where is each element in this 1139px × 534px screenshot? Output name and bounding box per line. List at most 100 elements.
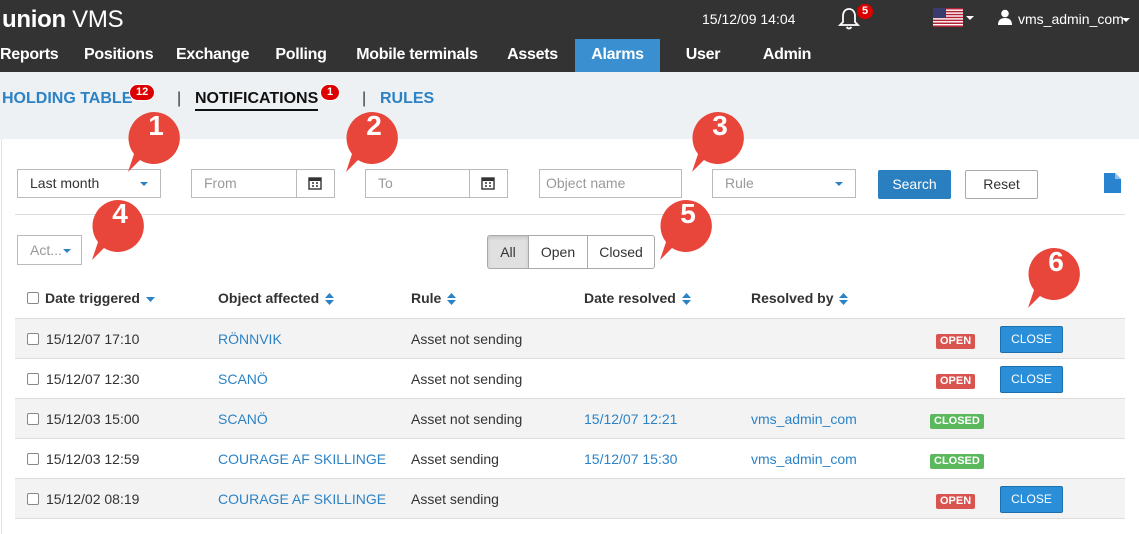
language-caret-icon[interactable] bbox=[966, 16, 974, 20]
object-name-placeholder: Object name bbox=[546, 175, 626, 191]
tab-holding-table[interactable]: HOLDING TABLE bbox=[2, 90, 132, 108]
calendar-button[interactable] bbox=[469, 170, 507, 197]
select-all-checkbox[interactable] bbox=[27, 292, 39, 304]
nav-reports[interactable]: Reports bbox=[0, 39, 59, 72]
status-badge: CLOSED bbox=[930, 414, 984, 429]
from-date-input[interactable]: From bbox=[191, 169, 335, 198]
callout-number: 3 bbox=[712, 110, 728, 141]
to-date-placeholder: To bbox=[378, 175, 393, 191]
object-link[interactable]: COURAGE AF SKILLINGE bbox=[218, 451, 386, 467]
col-date-resolved[interactable]: Date resolved bbox=[584, 290, 691, 306]
nav-assets[interactable]: Assets bbox=[507, 39, 558, 72]
filter-open-button[interactable]: Open bbox=[528, 235, 588, 269]
date-resolved-link[interactable]: 15/12/07 15:30 bbox=[584, 451, 677, 467]
app-logo: union VMS bbox=[2, 6, 124, 33]
chevron-down-icon bbox=[140, 182, 148, 186]
nav-user[interactable]: User bbox=[684, 39, 722, 72]
col-rule[interactable]: Rule bbox=[411, 290, 457, 306]
date-triggered-cell: 15/12/07 17:10 bbox=[46, 331, 140, 347]
search-button[interactable]: Search bbox=[878, 170, 951, 199]
row-checkbox[interactable] bbox=[27, 373, 39, 385]
date-triggered-cell: 15/12/03 12:59 bbox=[46, 451, 140, 467]
notification-count-badge: 5 bbox=[857, 4, 874, 19]
object-link[interactable]: SCANÖ bbox=[218, 411, 268, 427]
date-triggered-cell: 15/12/03 15:00 bbox=[46, 411, 140, 427]
row-checkbox[interactable] bbox=[27, 413, 39, 425]
callout-number: 2 bbox=[366, 110, 382, 141]
nav-positions[interactable]: Positions bbox=[84, 39, 154, 72]
rule-cell: Asset sending bbox=[411, 451, 499, 467]
nav-exchange[interactable]: Exchange bbox=[176, 39, 249, 72]
date-resolved-link[interactable]: 15/12/07 12:21 bbox=[584, 411, 677, 427]
tab-rules[interactable]: RULES bbox=[380, 90, 434, 108]
status-badge: OPEN bbox=[936, 374, 976, 389]
sort-icon bbox=[447, 293, 457, 306]
object-link[interactable]: SCANÖ bbox=[218, 371, 268, 387]
calendar-icon bbox=[481, 177, 495, 190]
main-nav: Reports Positions Exchange Polling Mobil… bbox=[0, 39, 1139, 72]
rule-cell: Asset not sending bbox=[411, 371, 523, 387]
object-link[interactable]: COURAGE AF SKILLINGE bbox=[218, 491, 386, 507]
close-alarm-button[interactable]: CLOSE bbox=[1000, 486, 1063, 513]
status-badge: OPEN bbox=[936, 494, 976, 509]
status-badge: CLOSED bbox=[930, 454, 984, 469]
rule-select-placeholder: Rule bbox=[725, 175, 754, 191]
nav-polling[interactable]: Polling bbox=[275, 39, 327, 72]
filter-all-button[interactable]: All bbox=[487, 235, 529, 269]
table-bottom-border bbox=[15, 518, 1125, 519]
resolved-by-link[interactable]: vms_admin_com bbox=[751, 451, 857, 467]
row-checkbox[interactable] bbox=[27, 493, 39, 505]
chevron-down-icon bbox=[63, 249, 71, 253]
tab-notifications[interactable]: NOTIFICATIONS bbox=[195, 90, 319, 111]
sort-desc-icon bbox=[145, 297, 155, 303]
user-caret-icon[interactable] bbox=[1122, 18, 1130, 22]
nav-mobile-terminals[interactable]: Mobile terminals bbox=[356, 39, 478, 72]
date-triggered-cell: 15/12/07 12:30 bbox=[46, 371, 140, 387]
user-name[interactable]: vms_admin_com bbox=[1018, 11, 1124, 27]
actions-dropdown[interactable]: Act... bbox=[17, 235, 82, 265]
row-checkbox[interactable] bbox=[27, 333, 39, 345]
top-bar: union VMS 15/12/09 14:04 5 vms_admin_com bbox=[0, 0, 1139, 39]
sort-icon bbox=[325, 293, 335, 306]
us-flag-icon[interactable] bbox=[933, 8, 963, 27]
tab-separator: | bbox=[362, 90, 367, 107]
col-object-affected[interactable]: Object affected bbox=[218, 290, 335, 306]
period-select[interactable]: Last month bbox=[17, 169, 161, 198]
rule-select[interactable]: Rule bbox=[712, 169, 856, 198]
date-triggered-cell: 15/12/02 08:19 bbox=[46, 491, 140, 507]
nav-alarms[interactable]: Alarms bbox=[575, 39, 660, 72]
object-name-input[interactable]: Object name bbox=[539, 169, 682, 198]
holding-table-badge: 12 bbox=[129, 84, 156, 101]
close-alarm-button[interactable]: CLOSE bbox=[1000, 326, 1063, 353]
table-row: 15/12/02 08:19 COURAGE AF SKILLINGE Asse… bbox=[15, 478, 1125, 518]
col-date-triggered[interactable]: Date triggered bbox=[45, 290, 155, 306]
actions-label: Act... bbox=[30, 242, 62, 258]
reset-button[interactable]: Reset bbox=[965, 170, 1038, 199]
rule-cell: Asset not sending bbox=[411, 411, 523, 427]
col-resolved-by[interactable]: Resolved by bbox=[751, 290, 849, 306]
calendar-icon bbox=[308, 177, 322, 190]
close-alarm-button[interactable]: CLOSE bbox=[1000, 366, 1063, 393]
table-row: 15/12/07 12:30 SCANÖ Asset not sending O… bbox=[15, 358, 1125, 398]
row-checkbox[interactable] bbox=[27, 453, 39, 465]
status-badge: OPEN bbox=[936, 334, 976, 349]
filter-closed-button[interactable]: Closed bbox=[587, 235, 655, 269]
user-icon bbox=[998, 9, 1012, 25]
rule-cell: Asset not sending bbox=[411, 331, 523, 347]
resolved-by-link[interactable]: vms_admin_com bbox=[751, 411, 857, 427]
notifications-badge: 1 bbox=[320, 84, 341, 101]
filter-divider bbox=[15, 214, 1125, 215]
callout-number: 1 bbox=[148, 110, 164, 141]
object-link[interactable]: RÖNNVIK bbox=[218, 331, 282, 347]
sort-icon bbox=[839, 293, 849, 306]
period-select-value: Last month bbox=[30, 175, 100, 191]
table-row: 15/12/03 15:00 SCANÖ Asset not sending 1… bbox=[15, 398, 1125, 438]
table-row: 15/12/03 12:59 COURAGE AF SKILLINGE Asse… bbox=[15, 438, 1125, 478]
export-file-icon[interactable] bbox=[1104, 173, 1121, 193]
calendar-button[interactable] bbox=[296, 170, 334, 197]
table-row: 15/12/07 17:10 RÖNNVIK Asset not sending… bbox=[15, 318, 1125, 358]
nav-admin[interactable]: Admin bbox=[762, 39, 812, 72]
callout-number: 5 bbox=[680, 198, 696, 229]
to-date-input[interactable]: To bbox=[365, 169, 508, 198]
sort-icon bbox=[681, 293, 691, 306]
